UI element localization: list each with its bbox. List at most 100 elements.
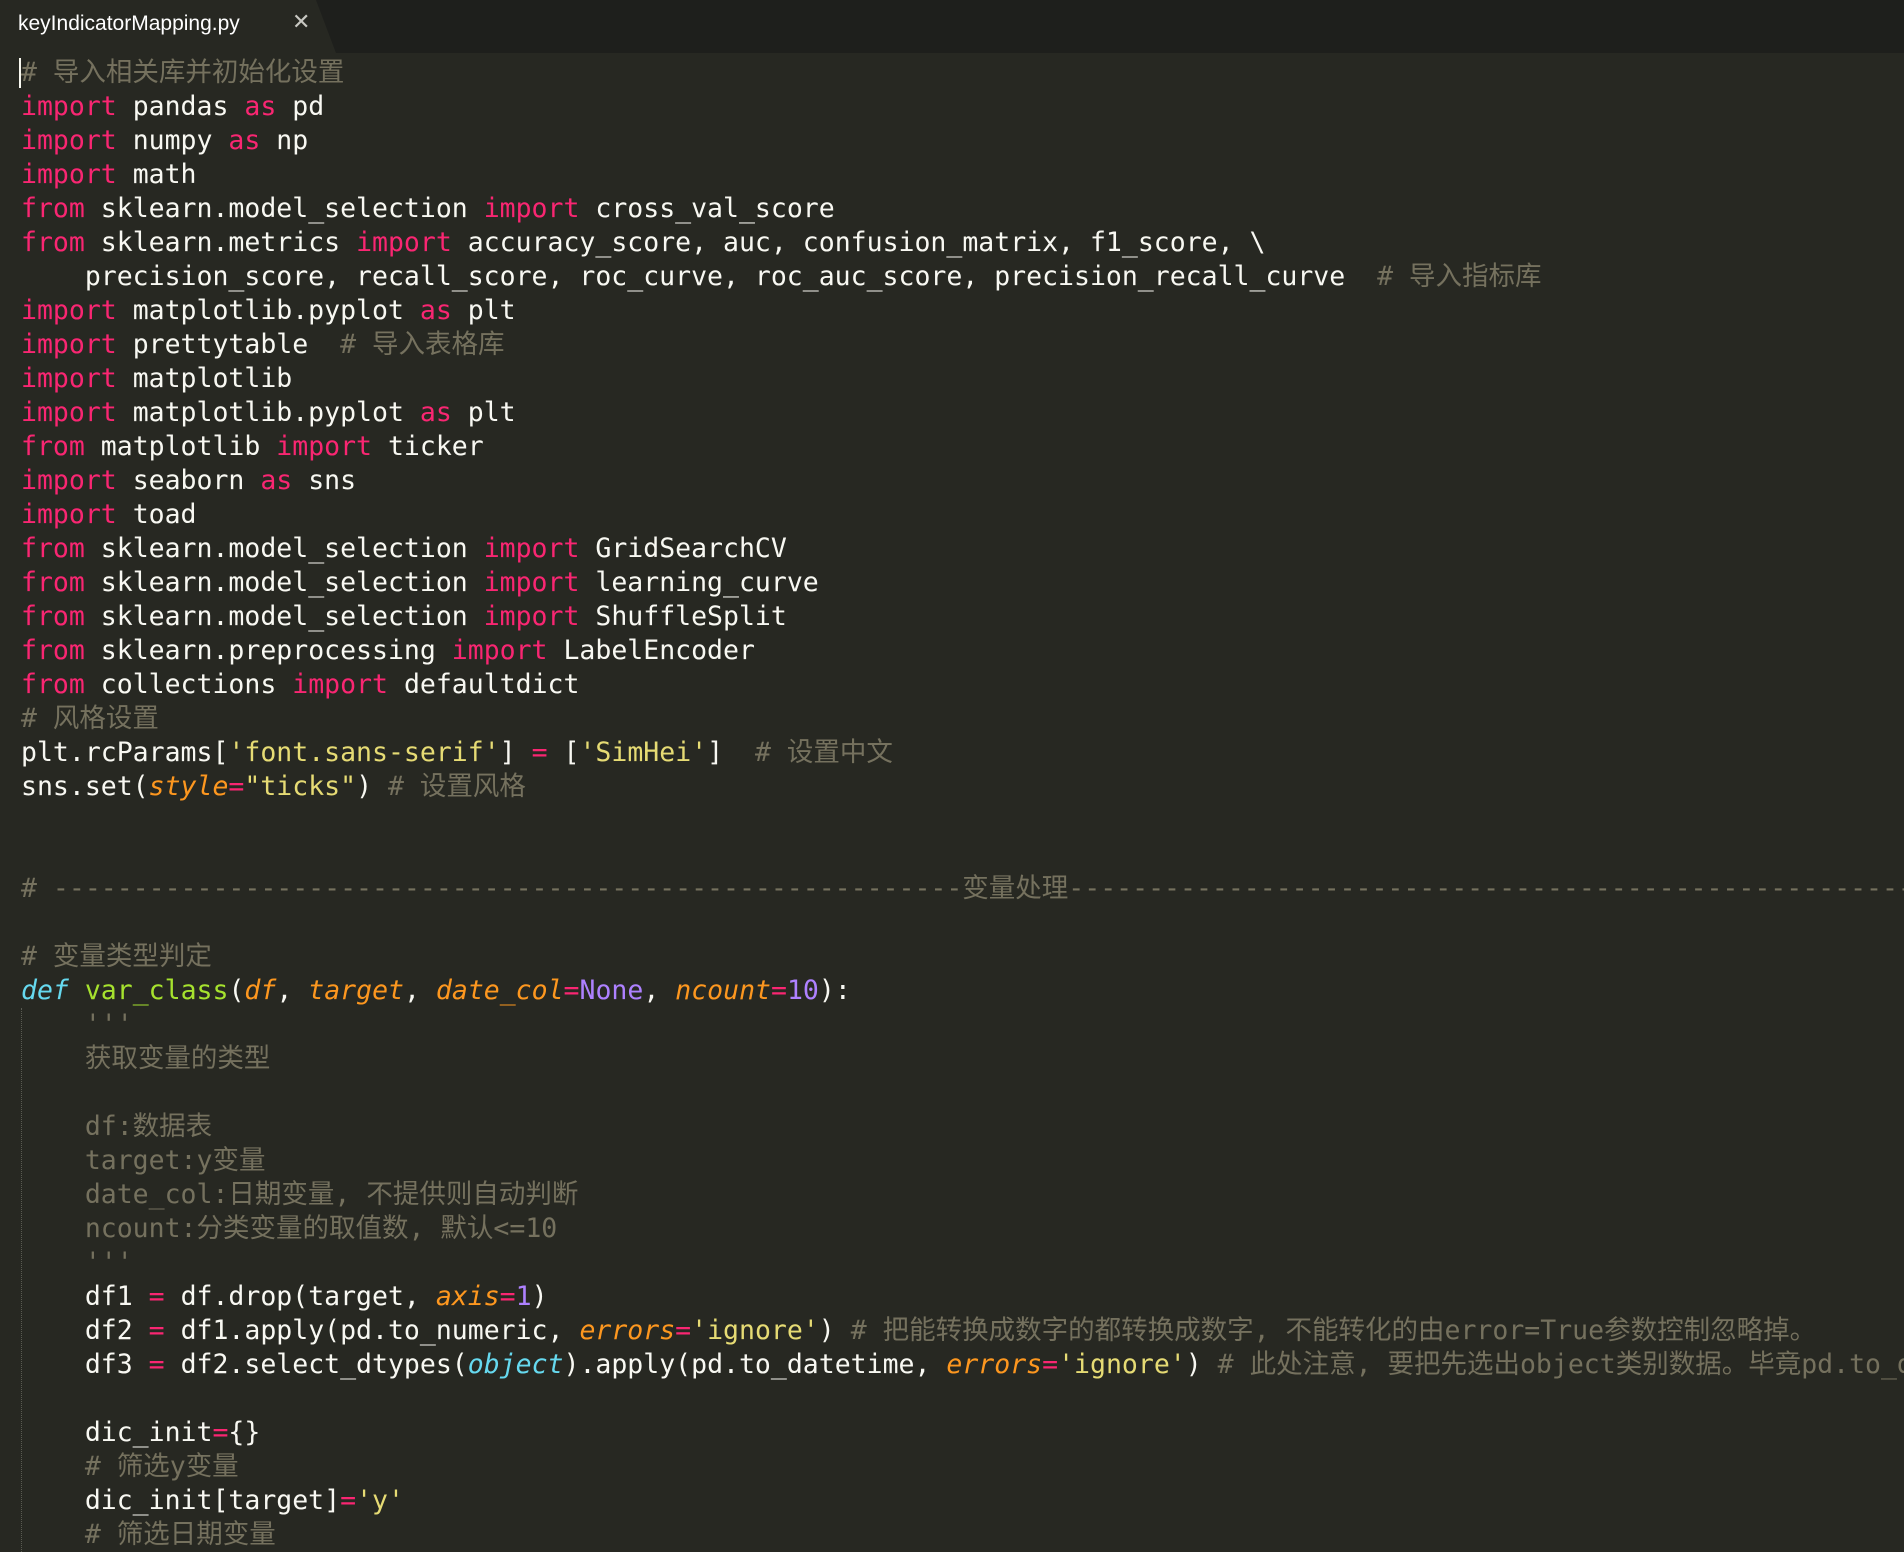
code-token: precision_score, recall_score, roc_curve… <box>21 261 1378 292</box>
code-token: import <box>276 431 373 462</box>
code-token: GridSearchCV <box>579 533 787 564</box>
code-token: dic_init <box>21 1417 213 1448</box>
code-token: 'font.sans-serif' <box>228 737 500 768</box>
code-token: df3 <box>21 1349 149 1380</box>
code-line: from collections import defaultdict <box>21 668 579 702</box>
code-editor[interactable]: keyIndicatorMapping.py ✕ # 导入相关库并初始化设置 im… <box>0 0 1904 1552</box>
code-token: # 风格设置 <box>21 703 159 734</box>
code-token: 'SimHei' <box>579 737 708 768</box>
code-line: ncount:分类变量的取值数, 默认<=10 <box>21 1212 557 1246</box>
code-token: import <box>292 669 388 700</box>
code-token: plt <box>451 397 516 428</box>
code-token: 'y' <box>356 1485 404 1516</box>
code-token: ''' <box>21 1247 133 1278</box>
code-token: = <box>499 1281 516 1312</box>
code-token: ] <box>499 737 532 768</box>
code-line: import matplotlib.pyplot as plt <box>21 294 516 328</box>
code-token: ''' <box>21 1009 133 1040</box>
code-token: import <box>483 601 580 632</box>
code-area[interactable]: # 导入相关库并初始化设置 import pandas as pd import n… <box>0 53 1904 1552</box>
code-line: from sklearn.model_selection import Grid… <box>21 532 787 566</box>
code-token: = <box>148 1315 165 1346</box>
code-token: var_class <box>84 975 229 1006</box>
code-token: from <box>21 669 85 700</box>
tab-label: keyIndicatorMapping.py <box>18 12 240 35</box>
code-line: # 筛选日期变量 <box>21 1518 276 1552</box>
code-token: pandas <box>116 91 245 122</box>
code-line: 获取变量的类型 <box>21 1042 271 1076</box>
code-token: toad <box>116 499 197 530</box>
code-token: LabelEncoder <box>547 635 755 666</box>
code-token: df1 <box>21 1281 149 1312</box>
code-token: df1.apply(pd.to_numeric, <box>164 1315 580 1346</box>
code-token: import <box>483 193 580 224</box>
code-token: learning_curve <box>579 567 819 598</box>
code-token: ).apply(pd.to_datetime, <box>563 1349 947 1380</box>
code-token: import <box>21 125 117 156</box>
code-token: math <box>116 159 197 190</box>
code-token: from <box>21 227 85 258</box>
code-token: = <box>340 1485 357 1516</box>
code-token: # 导入指标库 <box>1377 261 1542 292</box>
code-token: sns.set( <box>21 771 149 802</box>
code-token: # --------------------------------------… <box>21 873 1904 904</box>
code-line: target:y变量 <box>21 1144 266 1178</box>
code-token: , <box>276 975 309 1006</box>
code-token: = <box>563 975 580 1006</box>
code-token: # 导入相关库并初始化设置 <box>21 57 345 88</box>
code-token: sklearn.metrics <box>84 227 357 258</box>
code-token: plt.rcParams[ <box>21 737 229 768</box>
code-token: prettytable <box>116 329 341 360</box>
code-line: import seaborn as sns <box>21 464 356 498</box>
code-line: import numpy as np <box>21 124 308 158</box>
code-token: dic_init[target] <box>21 1485 341 1516</box>
code-token: # 把能转换成数字的都转换成数字, 不能转化的由error=True参数控制忽略… <box>850 1315 1817 1346</box>
code-token: ShuffleSplit <box>579 601 787 632</box>
code-token: from <box>21 431 85 462</box>
code-token: sns <box>292 465 357 496</box>
code-token: import <box>21 91 117 122</box>
code-token: # 设置风格 <box>388 771 526 802</box>
code-token: matplotlib <box>116 363 293 394</box>
code-token: as <box>228 125 261 156</box>
code-token: 'ignore' <box>691 1315 819 1346</box>
code-token: = <box>148 1281 165 1312</box>
code-line: df3 = df2.select_dtypes(object).apply(pd… <box>21 1348 1904 1382</box>
code-token: # 此处注意, 要把先选出object类别数据。毕竟pd.to_datetime <box>1217 1349 1904 1380</box>
code-token: [ <box>547 737 580 768</box>
code-token: ) <box>531 1281 548 1312</box>
code-line: from sklearn.model_selection import lear… <box>21 566 819 600</box>
code-line: df1 = df.drop(target, axis=1) <box>21 1280 548 1314</box>
tab-keyindicatormapping[interactable]: keyIndicatorMapping.py ✕ <box>0 0 336 53</box>
code-token: plt <box>451 295 516 326</box>
code-line: date_col:日期变量, 不提供则自动判断 <box>21 1178 579 1212</box>
code-token: target:y变量 <box>21 1145 266 1176</box>
code-token: , <box>403 975 436 1006</box>
code-token: import <box>21 363 117 394</box>
code-line: ''' <box>21 1008 133 1042</box>
code-token: import <box>451 635 548 666</box>
code-token: 10 <box>786 975 819 1006</box>
close-icon[interactable]: ✕ <box>292 10 310 35</box>
code-token: matplotlib <box>84 431 277 462</box>
code-line: # 筛选y变量 <box>21 1450 239 1484</box>
code-token: # 变量类型判定 <box>21 941 212 972</box>
code-token: collections <box>84 669 293 700</box>
code-token: def <box>21 975 69 1006</box>
code-token: df:数据表 <box>21 1111 213 1142</box>
code-token: # 筛选y变量 <box>21 1451 239 1482</box>
code-token: df2.select_dtypes( <box>164 1349 468 1380</box>
code-token: numpy <box>116 125 229 156</box>
code-token: as <box>260 465 293 496</box>
code-token: = <box>148 1349 165 1380</box>
code-token: , <box>643 975 676 1006</box>
code-token: axis <box>435 1281 500 1312</box>
code-token: ) <box>1185 1349 1218 1380</box>
code-token: # 设置中文 <box>754 737 893 768</box>
code-token: = <box>531 737 548 768</box>
code-token: # 导入表格库 <box>340 329 505 360</box>
code-token: sklearn.model_selection <box>84 601 484 632</box>
code-line: from matplotlib import ticker <box>21 430 484 464</box>
code-token: ncount <box>675 975 771 1006</box>
